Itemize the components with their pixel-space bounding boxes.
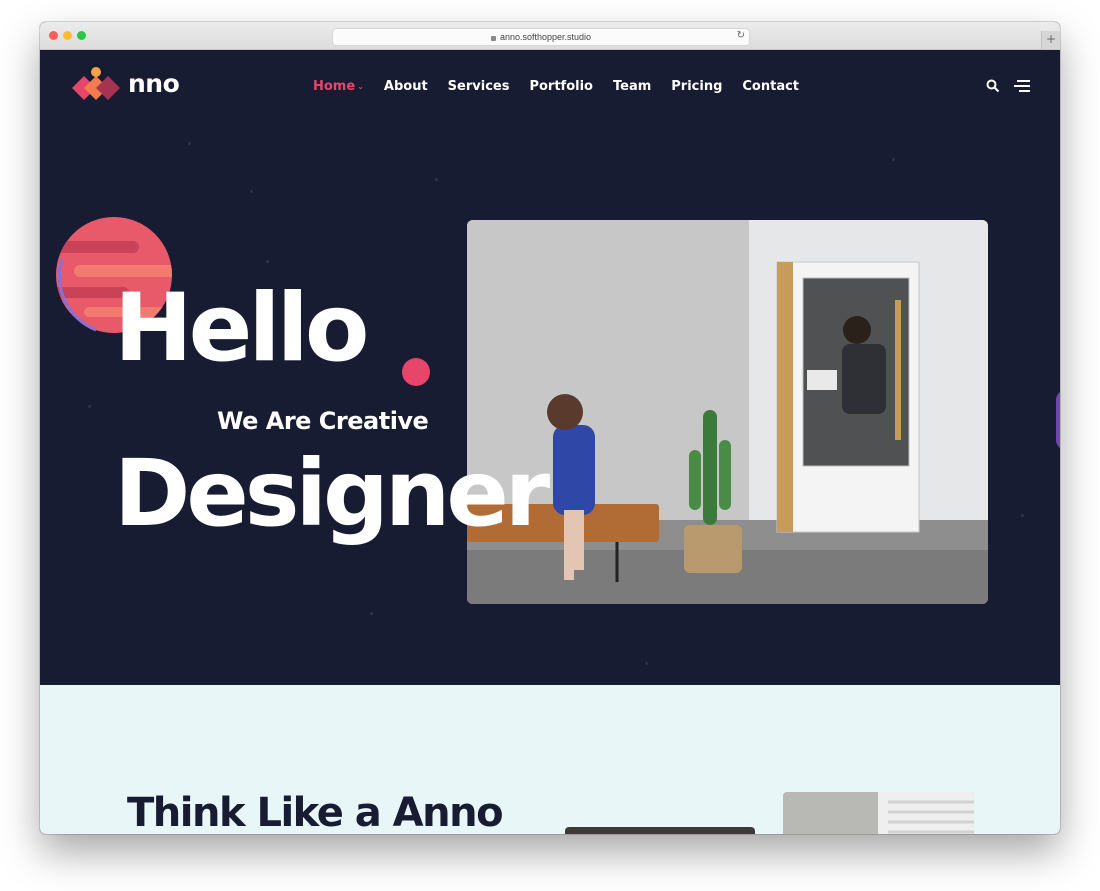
hero-section: nno Home ⌄ About Services Portfolio Team … [40, 50, 1060, 685]
brand-logo[interactable]: nno [70, 66, 180, 100]
search-icon[interactable] [986, 79, 1000, 93]
section-image-2 [783, 792, 974, 834]
nav-item-contact[interactable]: Contact [742, 79, 799, 94]
new-tab-button[interactable]: + [1041, 31, 1060, 49]
url-text: anno.softhopper.studio [499, 32, 592, 42]
nav-item-team[interactable]: Team [613, 79, 651, 94]
nav-item-portfolio[interactable]: Portfolio [529, 79, 593, 94]
main-nav: Home ⌄ About Services Portfolio Team Pric… [313, 79, 819, 94]
hero-title-secondary: Designer [114, 440, 550, 547]
nav-item-pricing[interactable]: Pricing [671, 79, 722, 94]
browser-window: anno.softhopper.studio ↻ + nno Home ⌄ Abo… [40, 22, 1060, 834]
browser-toolbar: anno.softhopper.studio ↻ + [40, 22, 1060, 50]
section-image-1 [565, 827, 755, 834]
lock-icon [490, 35, 496, 41]
nav-item-about[interactable]: About [384, 79, 428, 94]
hero-title: Hello [114, 274, 369, 383]
edge-planet-illustration [1056, 390, 1060, 450]
nav-item-home[interactable]: Home ⌄ [313, 79, 364, 94]
address-bar[interactable]: anno.softhopper.studio ↻ [332, 28, 750, 46]
reload-icon[interactable]: ↻ [737, 30, 745, 41]
hero-subtitle: We Are Creative [217, 407, 429, 435]
logo-mark-icon [72, 67, 120, 100]
menu-icon[interactable] [1014, 79, 1030, 93]
header-actions [986, 79, 1030, 93]
chevron-down-icon: ⌄ [357, 82, 364, 91]
title-dot [402, 358, 430, 386]
nav-item-services[interactable]: Services [448, 79, 510, 94]
minimize-window-button[interactable] [63, 31, 72, 40]
close-window-button[interactable] [49, 31, 58, 40]
section-title: Think Like a Anno [127, 790, 504, 834]
maximize-window-button[interactable] [77, 31, 86, 40]
about-section: Think Like a Anno [40, 685, 1060, 834]
logo-text: nno [128, 68, 180, 98]
